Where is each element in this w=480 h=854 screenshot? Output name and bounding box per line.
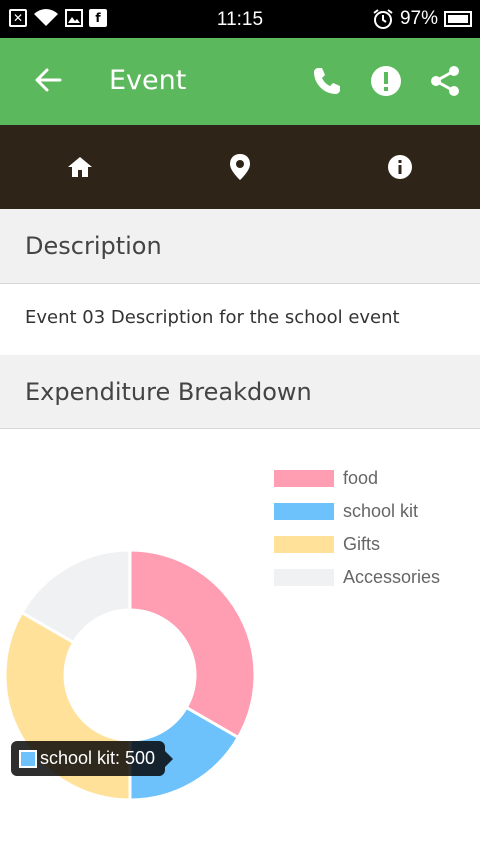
legend-label: Accessories — [343, 567, 441, 587]
legend-item[interactable]: school kit — [274, 495, 440, 528]
legend-swatch — [274, 470, 334, 487]
tab-info[interactable] — [320, 125, 480, 209]
legend-item[interactable]: Gifts — [274, 528, 440, 561]
description-title: Description — [25, 232, 162, 260]
tab-bar — [0, 125, 480, 209]
expenditure-title: Expenditure Breakdown — [25, 377, 312, 406]
alarm-icon — [373, 9, 393, 29]
home-icon — [68, 157, 92, 177]
legend-swatch — [274, 569, 334, 586]
legend-swatch — [274, 503, 334, 520]
chart-legend: food school kit Gifts Accessories — [274, 462, 440, 594]
battery-icon — [444, 11, 472, 27]
description-text: Event 03 Description for the school even… — [25, 307, 400, 328]
share-icon[interactable] — [428, 64, 462, 98]
battery-percent: 97% — [399, 8, 438, 29]
expenditure-header: Expenditure Breakdown — [0, 355, 480, 429]
back-arrow-icon[interactable] — [32, 64, 64, 96]
info-icon — [388, 155, 412, 179]
chart-tooltip: school kit: 500 — [11, 741, 174, 776]
legend-label: school kit — [343, 501, 419, 521]
tooltip-text: school kit: 500 — [40, 748, 156, 768]
legend-label: food — [343, 468, 379, 488]
page-title: Event — [109, 65, 187, 96]
legend-label: Gifts — [343, 534, 381, 554]
location-pin-icon — [230, 154, 250, 180]
description-header: Description — [0, 209, 480, 284]
phone-icon[interactable] — [310, 64, 344, 98]
expenditure-chart: food school kit Gifts Accessories school ki… — [0, 430, 480, 854]
tooltip-swatch — [19, 749, 37, 768]
legend-item[interactable]: food — [274, 462, 440, 495]
tab-home[interactable] — [0, 125, 160, 209]
legend-item[interactable]: Accessories — [274, 561, 440, 594]
tab-location[interactable] — [160, 125, 320, 209]
app-bar: Event — [0, 38, 480, 125]
status-icons-right: 97% — [372, 8, 472, 30]
legend-swatch — [274, 536, 334, 553]
status-bar: ✕ f 11:15 97% — [0, 0, 480, 38]
alert-icon[interactable] — [369, 64, 403, 98]
donut-chart[interactable] — [0, 430, 270, 854]
